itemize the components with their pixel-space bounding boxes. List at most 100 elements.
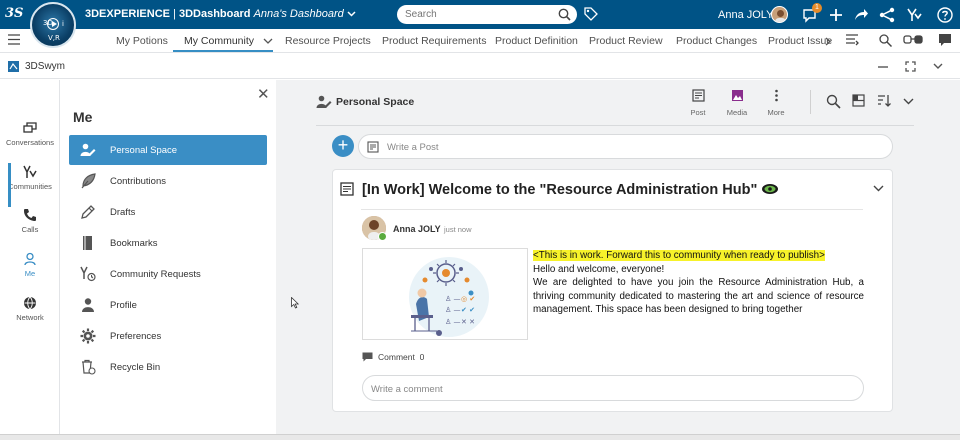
write-post-placeholder: Write a Post [387, 142, 439, 153]
network-share-icon[interactable] [878, 6, 896, 24]
rail-label: Communities [8, 182, 52, 191]
me-item-profile[interactable]: Profile [69, 290, 267, 320]
chevron-down-icon[interactable] [903, 98, 914, 105]
conversations-icon [23, 122, 37, 133]
svg-text:✔ ✔: ✔ ✔ [461, 306, 475, 314]
me-item-preferences[interactable]: Preferences [69, 321, 267, 351]
write-post-input[interactable]: Write a Post [358, 134, 893, 159]
communities-icon [23, 165, 37, 178]
resource-admin-illustration: ♙ — ◎ ✔ ♙ — ✔ ✔ ♙ — ✕ ✕ [409, 257, 489, 337]
chat-icon[interactable] [938, 33, 952, 47]
me-panel-title: Me [73, 109, 93, 125]
more-action-button[interactable]: More [758, 89, 794, 117]
brand-title[interactable]: 3DEXPERIENCE | 3DDashboard Anna's Dashbo… [85, 8, 356, 20]
layout-icon[interactable] [852, 94, 865, 107]
user-avatar[interactable] [771, 6, 788, 23]
tag-icon[interactable] [584, 7, 598, 21]
search-input[interactable] [405, 8, 555, 21]
bottom-edge [0, 434, 960, 440]
close-icon[interactable]: ✕ [257, 85, 270, 103]
post-action-button[interactable]: Post [680, 89, 716, 117]
chevron-down-icon[interactable] [873, 185, 884, 192]
header-divider [810, 90, 811, 114]
chevron-right-icon[interactable] [825, 37, 831, 46]
user-name[interactable]: Anna JOLY [718, 9, 773, 21]
post-greeting: Hello and welcome, everyone! [533, 263, 665, 275]
rail-item-network[interactable]: Network [0, 296, 60, 322]
me-item-label: Community Requests [110, 269, 201, 280]
post-thumbnail[interactable]: ♙ — ◎ ✔ ♙ — ✔ ✔ ♙ — ✕ ✕ [362, 248, 528, 340]
mouse-cursor-icon [291, 297, 299, 309]
compass-label: V,R [48, 34, 60, 42]
media-action-button[interactable]: Media [719, 89, 755, 117]
comment-label: Comment [378, 352, 415, 362]
chevron-down-icon [347, 11, 356, 17]
help-icon[interactable] [936, 6, 954, 24]
tab-my-community[interactable]: My Community [184, 35, 273, 47]
comment-button[interactable]: Comment 0 [362, 352, 424, 362]
rail-label: Calls [21, 225, 39, 234]
me-item-contributions[interactable]: Contributions [69, 166, 267, 196]
me-item-label: Recycle Bin [110, 362, 161, 373]
maximize-icon[interactable] [905, 61, 916, 72]
tab-product-review[interactable]: Product Review [589, 35, 663, 47]
eye-emoji-icon [762, 184, 779, 194]
community-request-icon [80, 266, 96, 282]
tab-product-changes[interactable]: Product Changes [676, 35, 757, 47]
me-item-community-requests[interactable]: Community Requests [69, 259, 267, 289]
sort-filter-icon[interactable] [877, 94, 891, 108]
new-post-button[interactable]: + [332, 135, 354, 157]
tab-my-potions[interactable]: My Potions [116, 35, 168, 47]
tab-resource-projects[interactable]: Resource Projects [285, 35, 371, 47]
phone-icon [24, 209, 36, 221]
tab-product-issue[interactable]: Product Issue [768, 35, 832, 47]
menu-icon[interactable] [8, 34, 20, 45]
tab-product-definition[interactable]: Product Definition [495, 35, 578, 47]
user-icon [24, 252, 36, 266]
online-status-badge [378, 232, 387, 241]
post-icon [340, 182, 354, 196]
rail-label: Me [24, 269, 36, 278]
me-item-recycle-bin[interactable]: Recycle Bin [69, 352, 267, 382]
3dswym-logo-icon [8, 61, 19, 72]
comment-input[interactable]: Write a comment [362, 375, 864, 401]
widget-header: 3DSwym [0, 55, 960, 79]
media-icon [731, 90, 743, 101]
compass-icon[interactable]: 3D i V,R [30, 2, 76, 48]
search-people-icon[interactable] [878, 33, 893, 48]
more-vertical-icon [774, 89, 778, 102]
chevron-down-icon[interactable] [933, 63, 943, 69]
post-title[interactable]: [In Work] Welcome to the "Resource Admin… [362, 182, 779, 198]
post-body: <This is in work. Forward this to commun… [533, 249, 864, 319]
main-content: Personal Space Post Media More + Write a… [276, 80, 960, 434]
search-icon[interactable] [826, 94, 841, 109]
rail-item-me[interactable]: Me [0, 252, 60, 278]
post-author[interactable]: Anna JOLY [393, 224, 441, 234]
rail-item-calls[interactable]: Calls [0, 208, 60, 234]
apps-icon[interactable] [905, 6, 923, 24]
me-item-bookmarks[interactable]: Bookmarks [69, 228, 267, 258]
tab-list-icon[interactable] [845, 33, 859, 47]
search-icon[interactable] [558, 8, 571, 21]
dashboard-name: Anna's Dashboard [253, 8, 344, 20]
tab-bar: My Potions My Community Resource Project… [0, 29, 960, 53]
share-icon[interactable] [852, 6, 870, 24]
rail-item-conversations[interactable]: Conversations [0, 121, 60, 147]
tab-product-requirements[interactable]: Product Requirements [382, 35, 486, 47]
glasses-icon[interactable] [903, 33, 923, 47]
comment-placeholder: Write a comment [371, 384, 443, 395]
rail-active-indicator [8, 163, 11, 207]
add-icon[interactable] [827, 6, 845, 24]
action-label: More [767, 108, 785, 117]
gear-icon [80, 328, 96, 344]
ds-logo-icon: 3S [5, 6, 24, 21]
me-item-drafts[interactable]: Drafts [69, 197, 267, 227]
me-item-personal-space[interactable]: Personal Space [69, 135, 267, 165]
minimize-icon[interactable] [878, 66, 888, 68]
play-icon [47, 18, 59, 30]
left-rail: Conversations Communities Calls Me Netwo… [0, 80, 60, 434]
post-icon [691, 89, 705, 102]
pencil-icon [81, 205, 95, 219]
brand-product: 3DDashboard [178, 8, 251, 20]
chevron-down-icon[interactable] [263, 38, 273, 44]
